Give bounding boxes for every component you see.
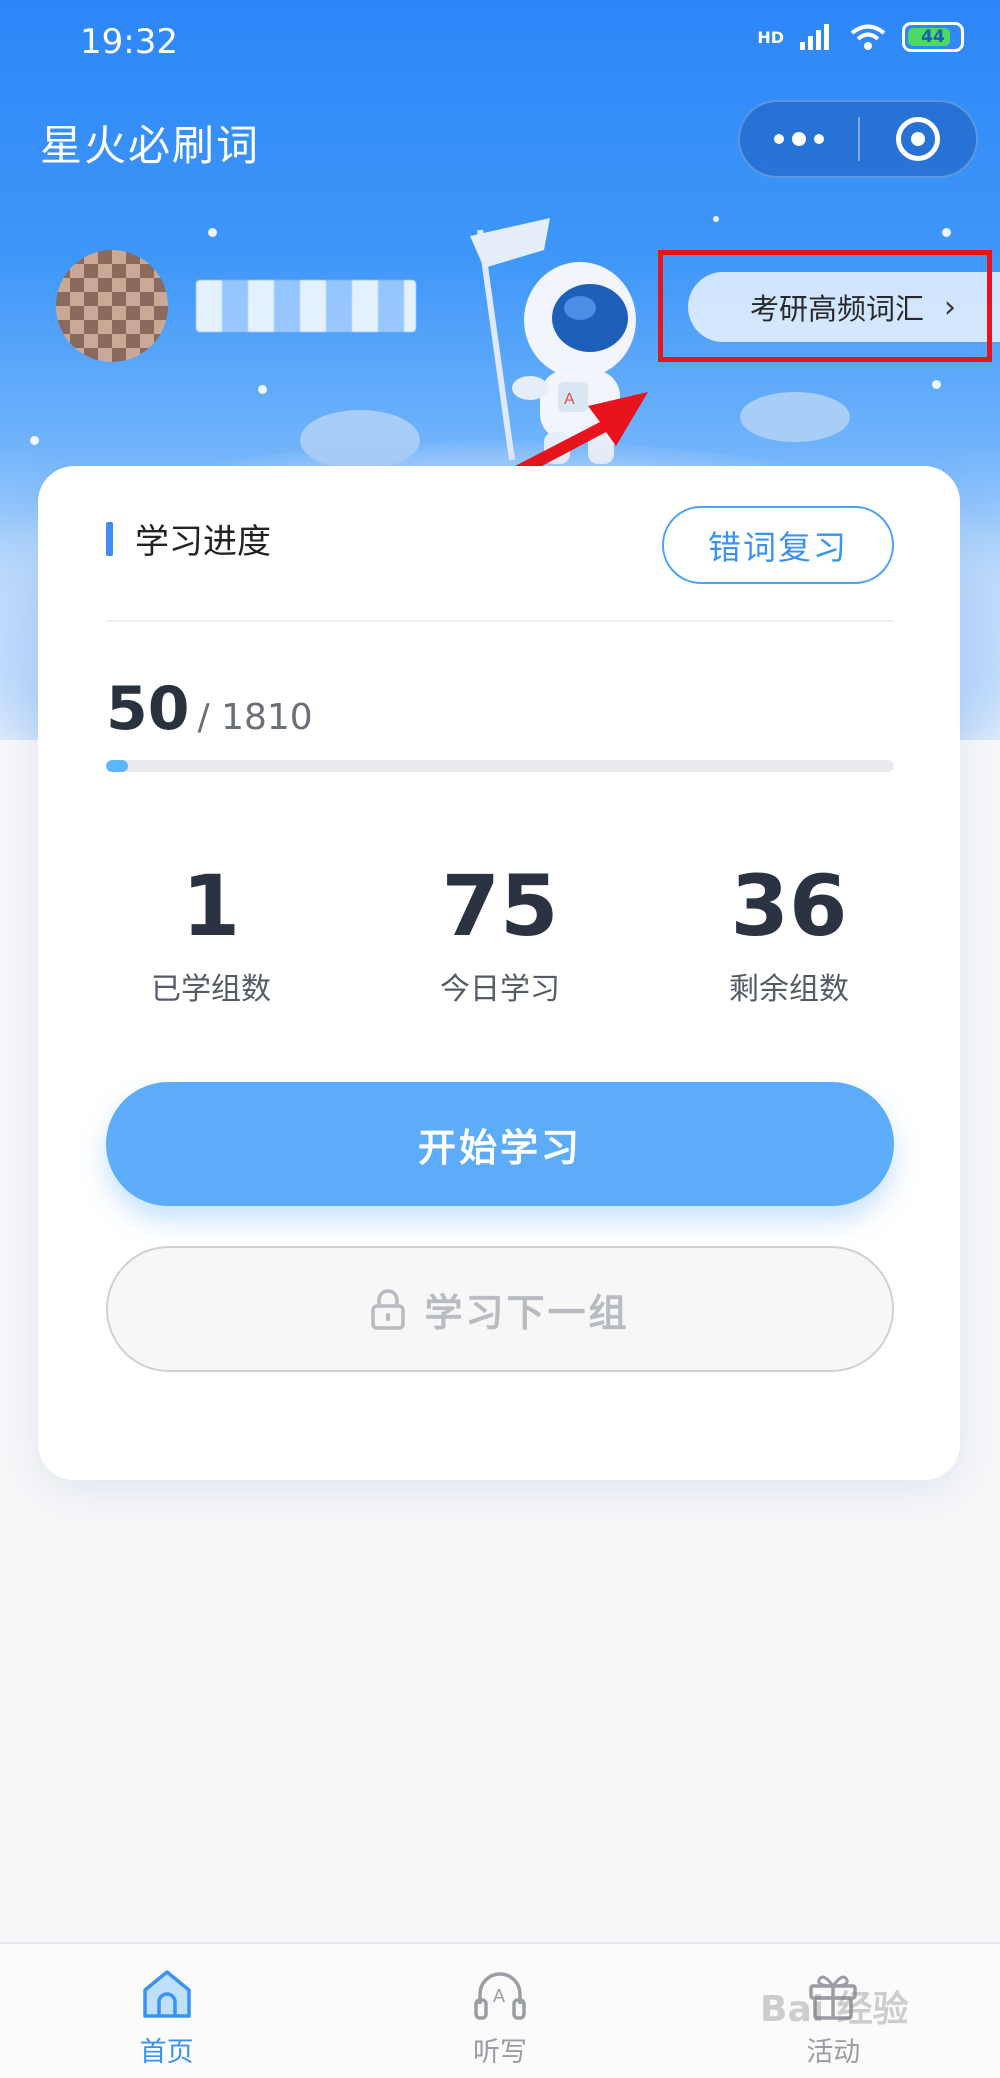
- lock-icon: [371, 1289, 406, 1330]
- avatar[interactable]: [56, 250, 168, 362]
- stats-row: 1 已学组数 75 今日学习 36 剩余组数: [106, 864, 894, 1008]
- start-learning-button[interactable]: 开始学习: [106, 1082, 894, 1206]
- status-icons: HD 44: [757, 22, 964, 52]
- crater: [740, 392, 850, 442]
- app-title: 星火必刷词: [40, 121, 261, 170]
- section-header: 学习进度: [106, 514, 271, 563]
- star-decoration: [258, 385, 267, 394]
- tab-label: 首页: [139, 2037, 194, 2068]
- next-group-button[interactable]: 学习下一组: [106, 1246, 894, 1372]
- learned-count: 50: [106, 674, 190, 744]
- stat-value: 75: [441, 857, 559, 955]
- progress-card: 学习进度 错词复习 50/ 1810 1 已学组数 75 今日学习 36 剩余组…: [38, 466, 960, 1480]
- star-decoration: [30, 436, 39, 445]
- stat-label: 剩余组数: [729, 972, 849, 1007]
- tab-label: 听写: [472, 2037, 527, 2068]
- signal-icon: [800, 24, 829, 50]
- tab-label: 活动: [806, 2037, 861, 2068]
- stat-value: 1: [181, 857, 241, 955]
- stat-today: 75 今日学习: [395, 864, 605, 1008]
- stat-label: 今日学习: [440, 972, 560, 1007]
- status-bar: 19:32 HD 44: [0, 0, 1000, 86]
- progress-bar-fill: [106, 760, 128, 772]
- network-label: HD: [757, 27, 784, 47]
- star-decoration: [713, 216, 719, 222]
- more-icon: [774, 134, 784, 144]
- section-accent-bar: [106, 521, 113, 556]
- miniprogram-capsule: [738, 100, 978, 178]
- stat-label: 已学组数: [151, 972, 271, 1007]
- stat-learned-groups: 1 已学组数: [106, 864, 316, 1008]
- star-decoration: [208, 228, 217, 237]
- next-group-label: 学习下一组: [424, 1290, 630, 1335]
- total-count: / 1810: [197, 697, 313, 738]
- crater: [300, 410, 420, 470]
- star-decoration: [932, 380, 941, 389]
- target-icon: [895, 117, 940, 161]
- wifi-icon: [850, 24, 886, 50]
- home-icon: [142, 1970, 191, 2018]
- tab-dictation[interactable]: A 听写: [333, 1944, 666, 2078]
- tab-home[interactable]: 首页: [0, 1944, 333, 2078]
- highlight-box-annotation: [658, 250, 992, 362]
- progress-count: 50/ 1810: [106, 674, 313, 744]
- stat-remaining-groups: 36 剩余组数: [684, 864, 894, 1008]
- star-decoration: [942, 228, 951, 237]
- battery-icon: 44: [902, 22, 964, 52]
- headphones-icon: A: [474, 1972, 526, 2020]
- wrong-word-review-button[interactable]: 错词复习: [662, 506, 894, 584]
- section-title: 学习进度: [135, 522, 271, 562]
- svg-text:A: A: [493, 1986, 505, 2006]
- status-time: 19:32: [80, 22, 178, 62]
- progress-bar: [106, 760, 894, 772]
- watermark: Bai 经验: [760, 1989, 909, 2030]
- username-blurred: [196, 280, 416, 332]
- more-button[interactable]: [740, 102, 858, 176]
- divider: [106, 620, 894, 622]
- stat-value: 36: [730, 857, 848, 955]
- close-miniprogram-button[interactable]: [860, 102, 976, 176]
